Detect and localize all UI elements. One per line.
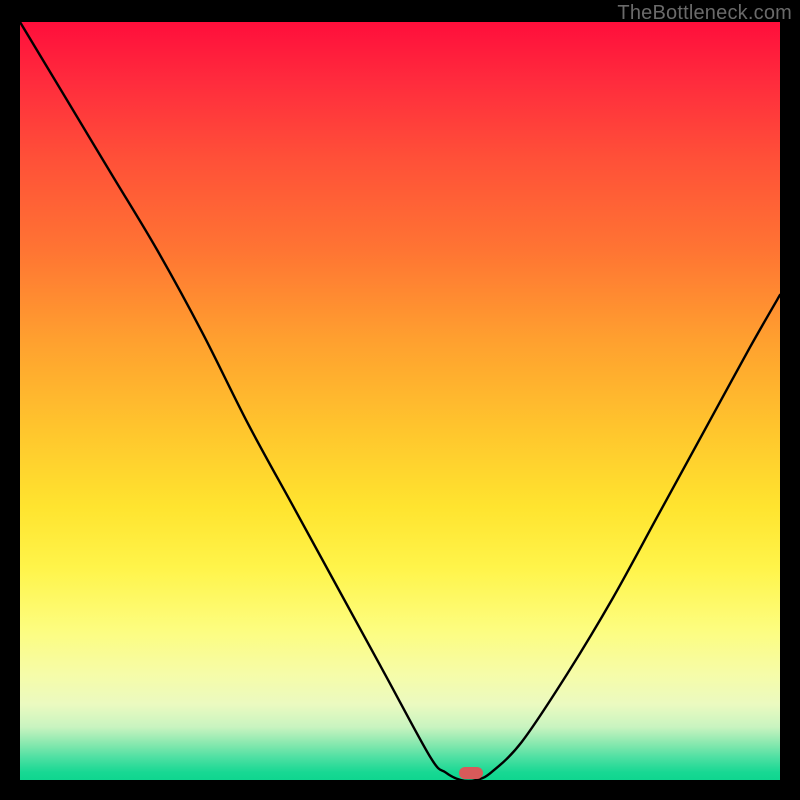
bottleneck-curve (20, 22, 780, 780)
chart-frame: TheBottleneck.com (0, 0, 800, 800)
minimum-marker (459, 767, 483, 779)
watermark-label: TheBottleneck.com (617, 2, 792, 25)
curve-path (20, 22, 780, 780)
plot-area (20, 22, 780, 780)
